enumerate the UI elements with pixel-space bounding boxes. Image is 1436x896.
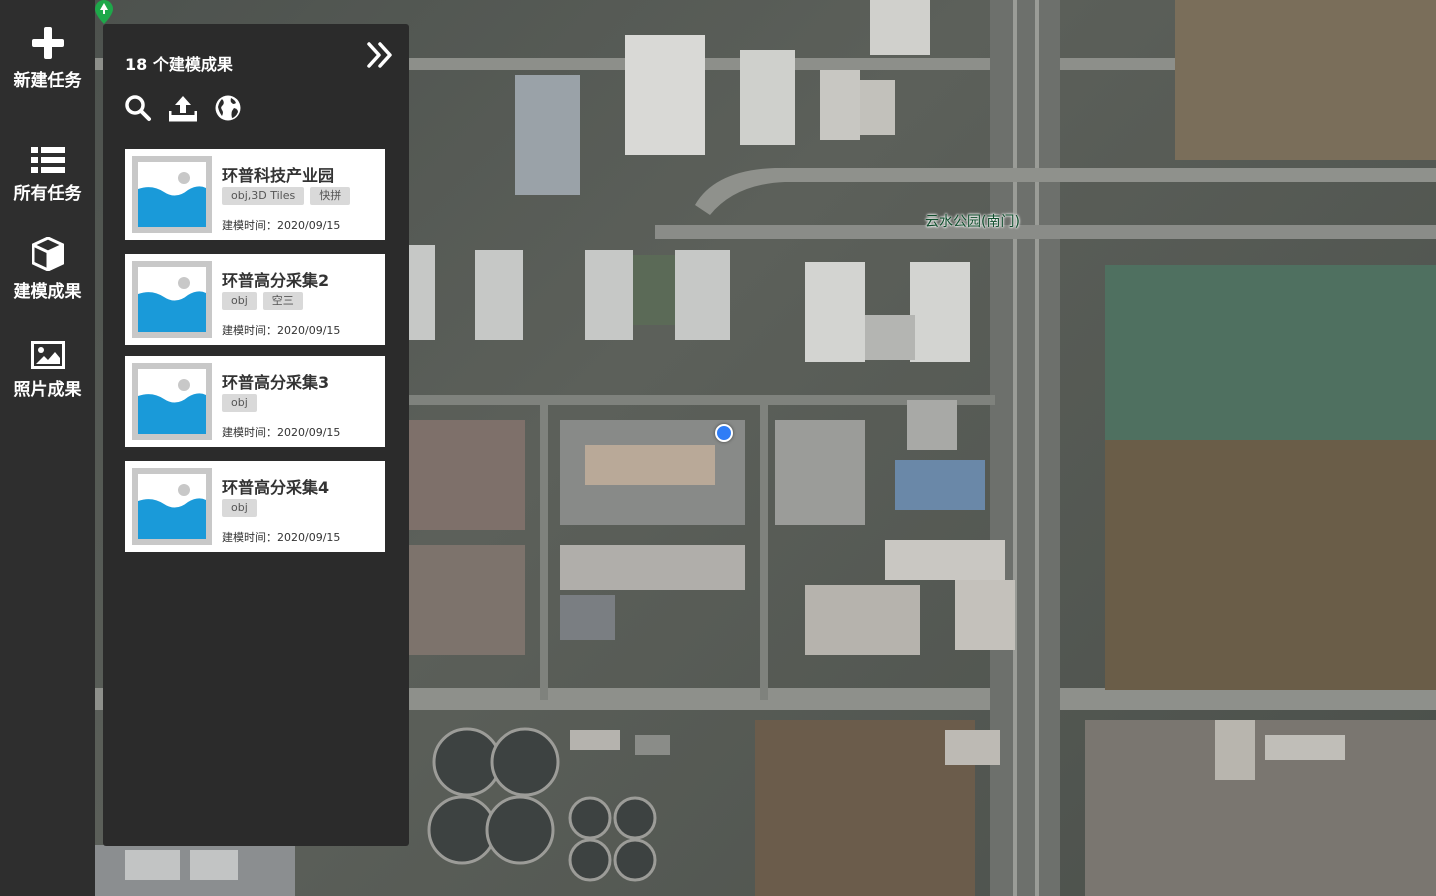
globe-icon[interactable]	[214, 94, 242, 122]
list-icon	[30, 147, 65, 173]
park-pin-icon[interactable]	[95, 0, 113, 24]
model-card[interactable]: 环普高分采集4 obj 建模时间：2020/09/15	[125, 461, 385, 552]
format-tag: obj	[222, 499, 257, 517]
nav-label: 照片成果	[13, 380, 82, 400]
nav-item-photo-results[interactable]: 照片成果	[0, 341, 95, 400]
method-tag: 空三	[262, 292, 303, 310]
nav-label: 所有任务	[13, 184, 82, 204]
image-placeholder-icon	[138, 277, 206, 332]
tag-list: obj,3D Tiles 快拼	[222, 187, 351, 205]
build-time: 建模时间：2020/09/15	[222, 531, 341, 544]
card-title: 环普高分采集4	[222, 478, 330, 497]
model-card[interactable]: 环普高分采集3 obj 建模时间：2020/09/15	[125, 356, 385, 447]
format-tag: obj	[222, 292, 257, 310]
model-card[interactable]: 环普科技产业园 obj,3D Tiles 快拼 建模时间：2020/09/15	[125, 149, 385, 240]
card-title: 环普科技产业园	[222, 166, 335, 185]
location-marker[interactable]	[715, 424, 733, 442]
nav-item-new-task[interactable]: 新建任务	[0, 26, 95, 91]
image-placeholder-icon	[138, 484, 206, 539]
search-icon[interactable]	[124, 94, 152, 122]
method-tag: 快拼	[310, 187, 351, 205]
upload-icon[interactable]	[169, 94, 197, 122]
image-placeholder-icon	[138, 172, 206, 227]
card-title: 环普高分采集2	[222, 271, 330, 290]
tag-list: obj	[222, 394, 257, 412]
format-tag: obj,3D Tiles	[222, 187, 305, 205]
build-time: 建模时间：2020/09/15	[222, 219, 341, 232]
thumbnail	[132, 261, 212, 338]
image-placeholder-icon	[138, 379, 206, 434]
image-icon	[30, 341, 65, 369]
card-title: 环普高分采集3	[222, 373, 330, 392]
build-time: 建模时间：2020/09/15	[222, 426, 341, 439]
panel-title: 18 个建模成果	[125, 55, 233, 74]
plus-icon	[31, 27, 64, 59]
thumbnail	[132, 468, 212, 545]
format-tag: obj	[222, 394, 257, 412]
tag-list: obj	[222, 499, 257, 517]
nav-item-model-results[interactable]: 建模成果	[0, 237, 95, 302]
double-chevron-right-icon[interactable]	[365, 40, 395, 70]
model-results-panel: 18 个建模成果 环普科技产业园 obj,3D Tiles 快拼 建模时间：20…	[103, 24, 409, 846]
tag-list: obj 空三	[222, 292, 303, 310]
thumbnail	[132, 156, 212, 233]
nav-label: 建模成果	[13, 282, 82, 302]
model-card[interactable]: 环普高分采集2 obj 空三 建模时间：2020/09/15	[125, 254, 385, 345]
nav-label: 新建任务	[13, 71, 82, 91]
cube-icon	[31, 237, 64, 271]
nav-item-all-tasks[interactable]: 所有任务	[0, 147, 95, 204]
poi-label[interactable]: 云水公园(南门)	[925, 211, 1020, 231]
build-time: 建模时间：2020/09/15	[222, 324, 341, 337]
thumbnail	[132, 363, 212, 440]
left-nav: 新建任务 所有任务 建模成果 照片成果	[0, 0, 95, 896]
